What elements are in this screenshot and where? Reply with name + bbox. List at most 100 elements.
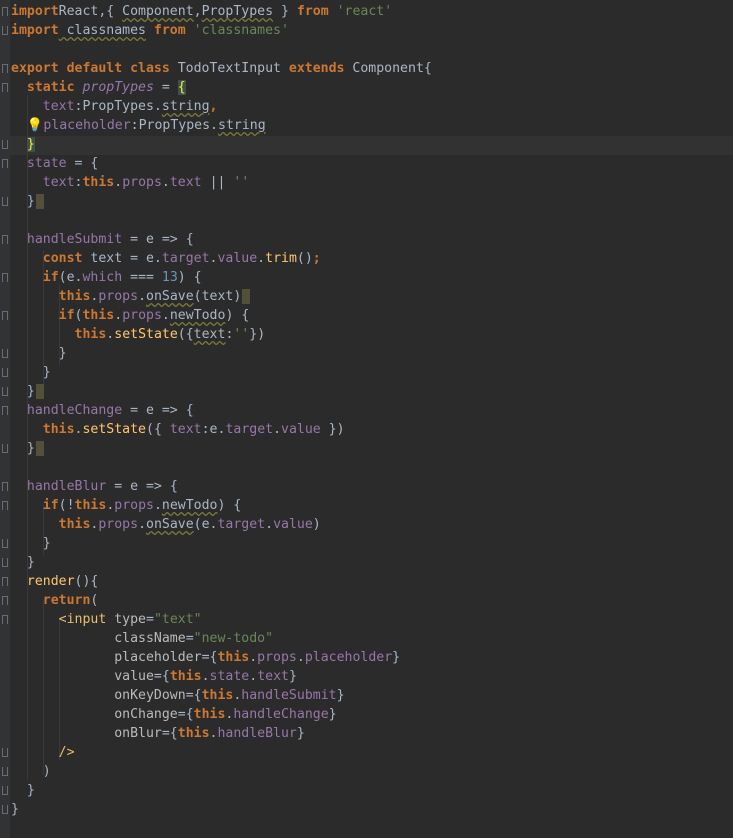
code-line[interactable]: handleChange = e => {: [11, 401, 432, 420]
code-token: from: [296, 4, 329, 19]
code-token: (e.: [193, 517, 218, 532]
fold-icon[interactable]: [2, 311, 8, 320]
code-token: this: [177, 726, 210, 741]
code-line[interactable]: }: [11, 363, 432, 382]
fold-icon[interactable]: [2, 235, 8, 244]
code-area[interactable]: importReact,{ Component,PropTypes } from…: [11, 2, 432, 819]
code-line[interactable]: }: [11, 781, 432, 800]
fold-icon[interactable]: [2, 577, 8, 586]
fold-icon[interactable]: [2, 64, 8, 73]
code-token: <input: [58, 612, 115, 627]
code-line[interactable]: import classnames from 'classnames': [11, 21, 432, 40]
fold-icon[interactable]: [2, 273, 8, 282]
code-token: string: [218, 118, 266, 133]
fold-icon[interactable]: [2, 501, 8, 510]
code-token: handleBlur: [217, 726, 297, 741]
code-token: state: [26, 156, 67, 171]
code-token: className: [114, 631, 186, 646]
code-token: ,: [209, 99, 218, 114]
code-line[interactable]: export default class TodoTextInput exten…: [11, 59, 432, 78]
code-line[interactable]: 💡placeholder:PropTypes.string: [11, 116, 432, 135]
fold-icon[interactable]: [2, 159, 8, 168]
code-line[interactable]: }: [11, 439, 432, 458]
editor-gutter: [0, 0, 10, 838]
code-line[interactable]: this.props.onSave(e.target.value): [11, 515, 432, 534]
code-line[interactable]: [11, 40, 432, 59]
code-line[interactable]: }: [11, 344, 432, 363]
fold-end-icon[interactable]: [2, 349, 8, 358]
code-token: (!: [58, 498, 75, 513]
code-token: (){: [74, 574, 99, 589]
code-line[interactable]: onBlur={this.handleBlur}: [11, 724, 432, 743]
code-token: placeholder: [114, 650, 202, 665]
code-line[interactable]: placeholder={this.props.placeholder}: [11, 648, 432, 667]
code-token: =: [153, 80, 178, 95]
fold-end-icon[interactable]: [2, 748, 8, 757]
code-line[interactable]: if(!this.props.newTodo) {: [11, 496, 432, 515]
fold-end-icon[interactable]: [2, 368, 8, 377]
code-line[interactable]: ): [11, 762, 432, 781]
code-line[interactable]: return(: [11, 591, 432, 610]
fold-icon[interactable]: [2, 7, 8, 16]
code-line[interactable]: if(e.which === 13) {: [11, 268, 432, 287]
code-line[interactable]: }: [11, 382, 432, 401]
fold-end-icon[interactable]: [2, 197, 8, 206]
code-line[interactable]: <input type="text": [11, 610, 432, 629]
fold-icon[interactable]: [2, 482, 8, 491]
fold-icon[interactable]: [2, 83, 8, 92]
code-line[interactable]: handleBlur = e => {: [11, 477, 432, 496]
code-line[interactable]: static propTypes = {: [11, 78, 432, 97]
code-line[interactable]: className="new-todo": [11, 629, 432, 648]
code-editor[interactable]: importReact,{ Component,PropTypes } from…: [0, 0, 733, 838]
bracket-match-marker: [35, 383, 44, 399]
code-line[interactable]: }: [11, 553, 432, 572]
code-token: }: [336, 688, 345, 703]
code-line[interactable]: this.setState({text:''}): [11, 325, 432, 344]
lightbulb-icon[interactable]: 💡: [11, 118, 43, 133]
code-line[interactable]: this.setState({ text:e.target.value }): [11, 420, 432, 439]
fold-icon[interactable]: [2, 615, 8, 624]
code-line[interactable]: text:this.props.text || '': [11, 173, 432, 192]
code-line[interactable]: this.props.onSave(text): [11, 287, 432, 306]
code-line[interactable]: [11, 458, 432, 477]
fold-end-icon[interactable]: [2, 558, 8, 567]
code-line[interactable]: if(this.props.newTodo) {: [11, 306, 432, 325]
code-token: :e.: [201, 422, 226, 437]
code-line[interactable]: value={this.state.text}: [11, 667, 432, 686]
fold-icon[interactable]: [2, 406, 8, 415]
code-token: props: [122, 308, 162, 323]
code-line[interactable]: onKeyDown={this.handleSubmit}: [11, 686, 432, 705]
fold-end-icon[interactable]: [2, 805, 8, 814]
fold-end-icon[interactable]: [2, 140, 8, 149]
code-token: = e => {: [106, 479, 178, 494]
fold-end-icon[interactable]: [2, 387, 8, 396]
fold-end-icon[interactable]: [2, 786, 8, 795]
fold-end-icon[interactable]: [2, 26, 8, 35]
code-line[interactable]: }: [11, 135, 432, 154]
code-line[interactable]: [11, 211, 432, 230]
fold-icon[interactable]: [2, 596, 8, 605]
code-line[interactable]: importReact,{ Component,PropTypes } from…: [11, 2, 432, 21]
code-line[interactable]: onChange={this.handleChange}: [11, 705, 432, 724]
code-line[interactable]: }: [11, 800, 432, 819]
code-line[interactable]: }: [11, 534, 432, 553]
code-line[interactable]: }: [11, 192, 432, 211]
code-token: props: [114, 498, 154, 513]
code-line[interactable]: render(){: [11, 572, 432, 591]
code-line[interactable]: state = {: [11, 154, 432, 173]
fold-end-icon[interactable]: [2, 444, 8, 453]
code-line[interactable]: const text = e.target.value.trim();: [11, 249, 432, 268]
code-line[interactable]: />: [11, 743, 432, 762]
code-token: :PropTypes.: [74, 99, 162, 114]
fold-end-icon[interactable]: [2, 767, 8, 776]
code-line[interactable]: handleSubmit = e => {: [11, 230, 432, 249]
fold-end-icon[interactable]: [2, 539, 8, 548]
code-line[interactable]: text:PropTypes.string,: [11, 97, 432, 116]
